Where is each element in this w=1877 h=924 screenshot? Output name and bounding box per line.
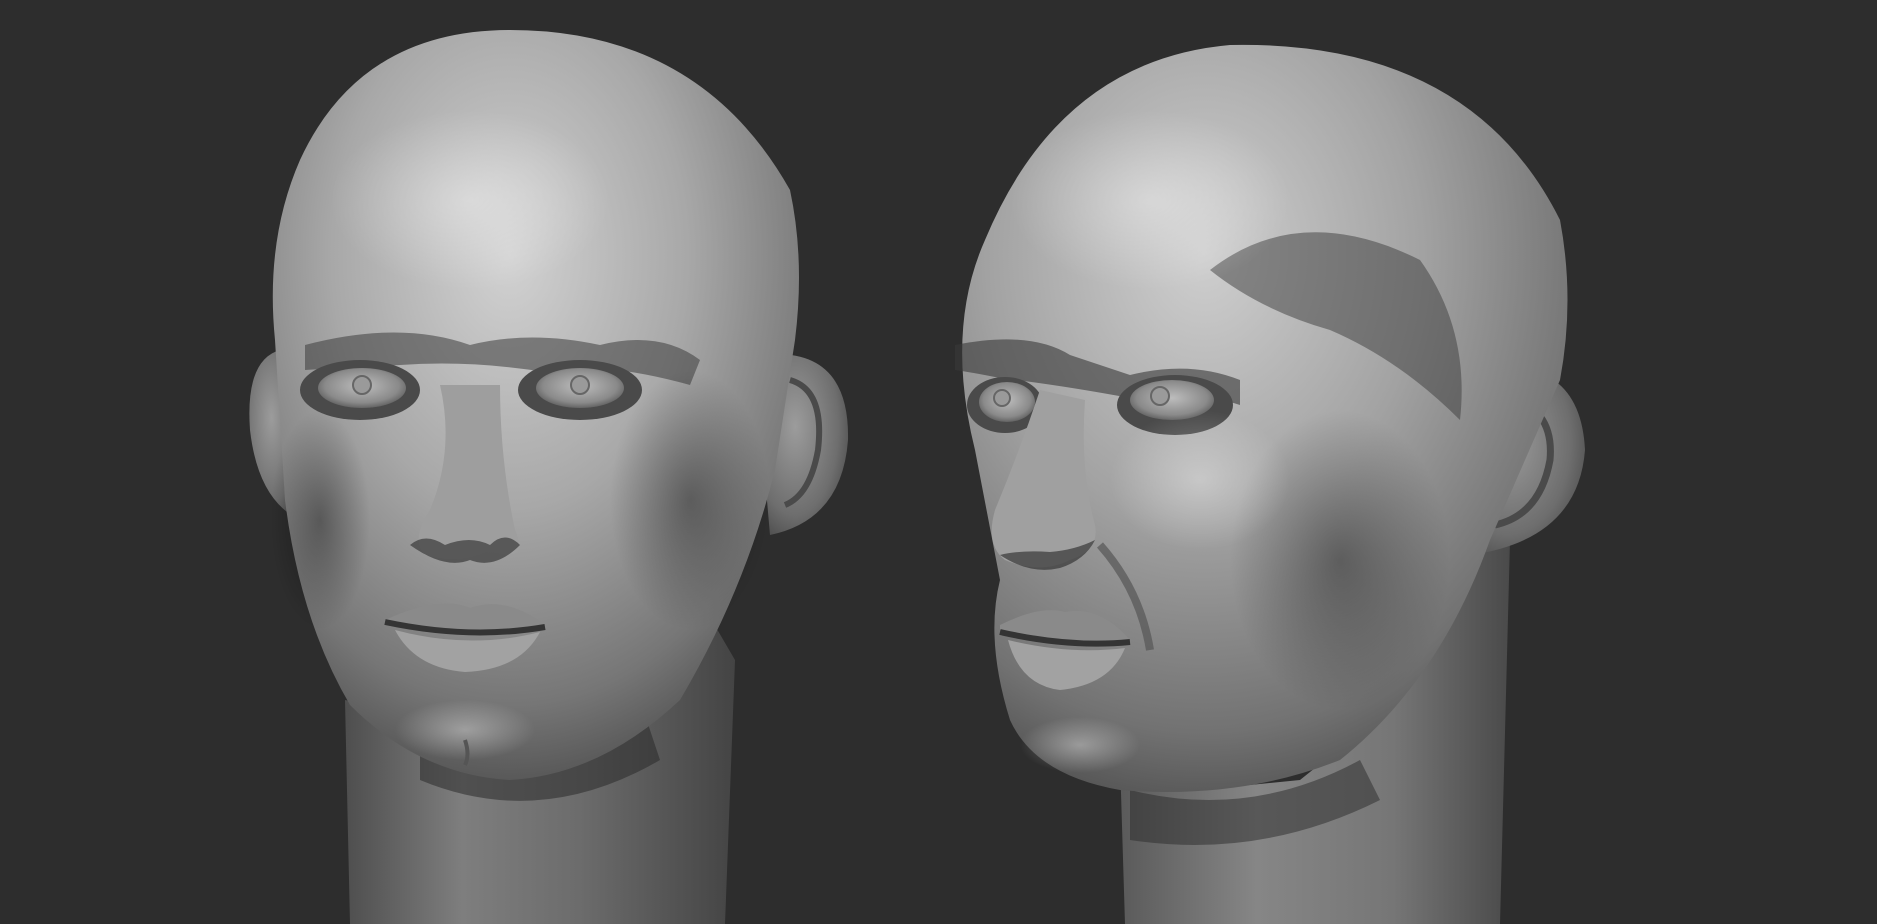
quarter-right-iris bbox=[1150, 386, 1170, 406]
front-left-cheek-shadow bbox=[270, 410, 370, 630]
quarter-cheek-highlight bbox=[1110, 410, 1290, 550]
head-sculpt-front-view bbox=[249, 30, 849, 924]
front-right-iris bbox=[570, 375, 590, 395]
front-right-cheek-shadow bbox=[610, 370, 770, 630]
viewport-canvas bbox=[249, 30, 1585, 924]
front-left-iris bbox=[352, 375, 372, 395]
front-forehead-highlight bbox=[330, 110, 610, 290]
quarter-chin-highlight bbox=[1020, 717, 1140, 773]
head-sculpt-three-quarter-view bbox=[955, 44, 1585, 924]
quarter-left-iris bbox=[993, 389, 1011, 407]
front-chin-highlight bbox=[395, 700, 535, 760]
sculpt-viewport bbox=[0, 0, 1877, 924]
quarter-forehead-highlight bbox=[1010, 110, 1290, 290]
